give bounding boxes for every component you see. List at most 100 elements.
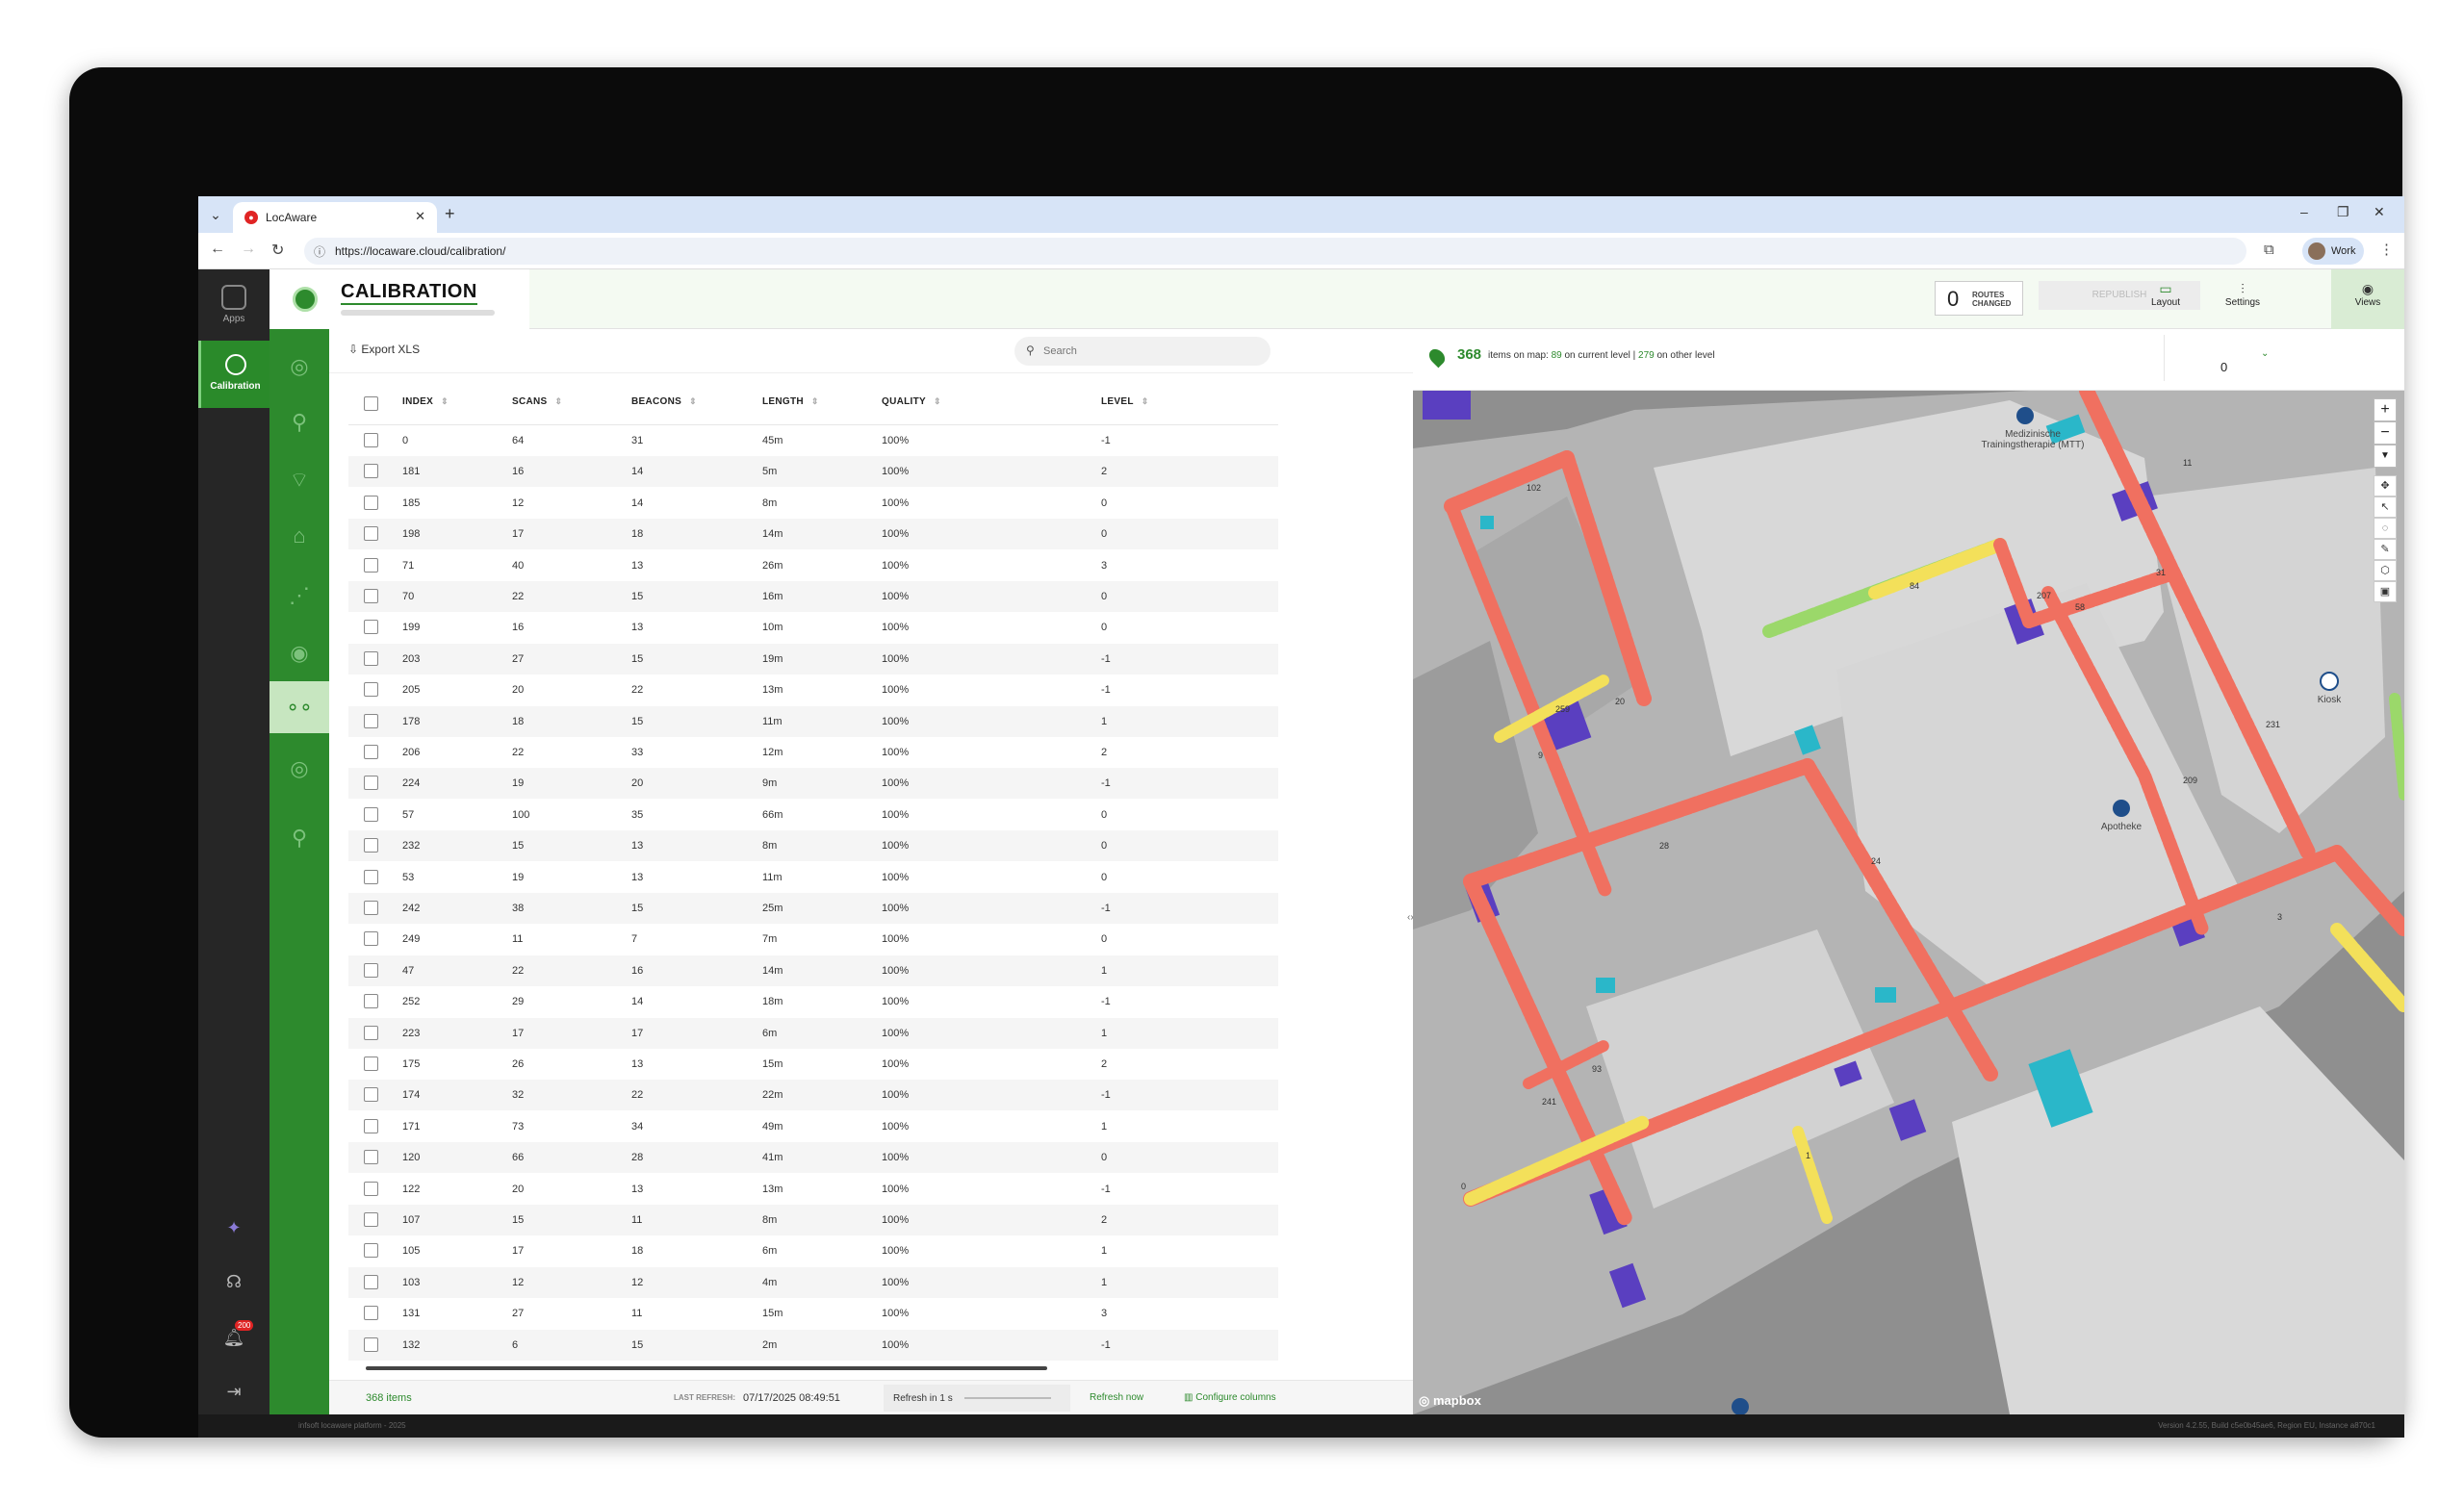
table-row[interactable]: 206 22 33 12m 100% 2 (348, 737, 1278, 768)
table-row[interactable]: 205 20 22 13m 100% -1 (348, 675, 1278, 705)
route-label[interactable]: 93 (1592, 1064, 1602, 1074)
table-row[interactable]: 223 17 17 6m 100% 1 (348, 1017, 1278, 1049)
subnav-network-icon[interactable]: ⋰ (270, 570, 329, 622)
floor-selector[interactable]: 0 ⌄ (2164, 335, 2272, 381)
column-header-index[interactable]: INDEX ⇕ (402, 396, 449, 407)
close-window-icon[interactable]: ✕ (2374, 204, 2385, 220)
table-row[interactable]: 103 12 12 4m 100% 1 (348, 1266, 1278, 1298)
table-row[interactable]: 178 18 15 11m 100% 1 (348, 705, 1278, 737)
tab-search-chevron-icon[interactable]: ⌄ (204, 203, 227, 226)
zoom-out-button[interactable]: − (2374, 421, 2397, 445)
subnav-search-icon[interactable]: ⚲ (270, 396, 329, 448)
row-checkbox[interactable] (364, 1243, 378, 1259)
subnav-target-icon[interactable]: ◎ (270, 341, 329, 393)
route-label[interactable]: 231 (2266, 720, 2280, 729)
compass-button[interactable]: ▼ (2374, 445, 2397, 468)
row-checkbox[interactable] (364, 869, 378, 884)
table-row[interactable]: 57 100 35 66m 100% 0 (348, 800, 1278, 830)
column-header-length[interactable]: LENGTH ⇕ (762, 396, 819, 407)
floor-map[interactable]: Medizinische Trainingstherapie (MTT) Kio… (1413, 391, 2404, 1414)
support-icon[interactable]: ☊ (198, 1272, 270, 1292)
row-checkbox[interactable] (364, 557, 378, 573)
table-row[interactable]: 198 17 18 14m 100% 0 (348, 519, 1278, 550)
table-row[interactable]: 120 66 28 41m 100% 0 (348, 1142, 1278, 1174)
row-checkbox[interactable] (364, 682, 378, 698)
subnav-radar-icon[interactable]: ◉ (270, 627, 329, 679)
row-checkbox[interactable] (364, 650, 378, 666)
subnav-beacon-icon[interactable]: ◎ (270, 743, 329, 795)
route-label[interactable]: 207 (2037, 591, 2051, 600)
tab-close-icon[interactable]: ✕ (415, 209, 425, 224)
table-row[interactable]: 105 17 18 6m 100% 1 (348, 1235, 1278, 1266)
table-row[interactable]: 175 26 13 15m 100% 2 (348, 1049, 1278, 1080)
subnav-routes-icon[interactable]: ∘∘ (270, 681, 329, 733)
row-checkbox[interactable] (364, 1118, 378, 1133)
table-row[interactable]: 185 12 14 8m 100% 0 (348, 488, 1278, 519)
route-label[interactable]: 24 (1871, 856, 1881, 866)
row-checkbox[interactable] (364, 495, 378, 510)
reload-icon[interactable]: ↻ (271, 241, 284, 260)
subnav-wifi-icon[interactable]: ⌔ (270, 454, 329, 506)
row-checkbox[interactable] (364, 776, 378, 791)
route-label[interactable]: 259 (1555, 704, 1570, 714)
search-input[interactable] (1043, 343, 1255, 360)
3d-tool-icon[interactable]: ⬡ (2374, 560, 2397, 581)
browser-menu-icon[interactable]: ⋮ (2379, 241, 2394, 258)
route-label[interactable]: 20 (1615, 697, 1625, 706)
route-label[interactable]: 28 (1659, 841, 1669, 851)
table-row[interactable]: 203 27 15 19m 100% -1 (348, 643, 1278, 675)
route-label[interactable]: 3 (2277, 912, 2282, 922)
row-checkbox[interactable] (364, 1181, 378, 1196)
restore-icon[interactable]: ❐ (2337, 204, 2349, 220)
new-tab-icon[interactable]: + (445, 204, 455, 224)
row-checkbox[interactable] (364, 962, 378, 978)
layout-button[interactable]: ▭ Layout (2129, 269, 2202, 329)
column-header-scans[interactable]: SCANS ⇕ (512, 396, 562, 407)
magic-wand-icon[interactable]: ✦ (198, 1218, 270, 1238)
table-row[interactable]: 122 20 13 13m 100% -1 (348, 1174, 1278, 1205)
zoom-in-button[interactable]: + (2374, 398, 2397, 421)
row-checkbox[interactable] (364, 1087, 378, 1103)
route-label[interactable]: 9 (1538, 751, 1543, 760)
route-label[interactable]: 209 (2183, 776, 2197, 785)
logout-icon[interactable]: ⇥ (198, 1382, 270, 1402)
column-header-quality[interactable]: QUALITY ⇕ (882, 396, 941, 407)
rail-apps-button[interactable]: Apps (198, 279, 270, 337)
table-row[interactable]: 224 19 20 9m 100% -1 (348, 768, 1278, 800)
route-label[interactable]: 1 (1806, 1151, 1810, 1160)
row-checkbox[interactable] (364, 1306, 378, 1321)
row-checkbox[interactable] (364, 589, 378, 603)
row-checkbox[interactable] (364, 901, 378, 915)
table-row[interactable]: 71 40 13 26m 100% 3 (348, 550, 1278, 581)
export-xls-button[interactable]: ⇩ Export XLS (348, 343, 420, 356)
row-checkbox[interactable] (364, 1212, 378, 1227)
row-checkbox[interactable] (364, 526, 378, 542)
table-row[interactable]: 232 15 13 8m 100% 0 (348, 830, 1278, 862)
route-label[interactable]: 58 (2075, 602, 2085, 612)
table-row[interactable]: 242 38 15 25m 100% -1 (348, 893, 1278, 924)
table-row[interactable]: 249 11 7 7m 100% 0 (348, 924, 1278, 955)
table-row[interactable]: 70 22 15 16m 100% 0 (348, 581, 1278, 612)
table-row[interactable]: 0 64 31 45m 100% -1 (348, 425, 1278, 456)
select-tool-icon[interactable]: ↖ (2374, 496, 2397, 518)
table-row[interactable]: 47 22 16 14m 100% 1 (348, 955, 1278, 986)
back-icon[interactable]: ← (210, 241, 225, 258)
row-checkbox[interactable] (364, 620, 378, 635)
route-label[interactable]: 11 (2183, 458, 2192, 468)
camera-tool-icon[interactable]: ▣ (2374, 581, 2397, 602)
horizontal-scrollbar[interactable] (366, 1366, 1047, 1370)
rail-calibration-button[interactable]: Calibration (198, 341, 270, 408)
notifications-icon[interactable]: 🔔︎ 200 (198, 1320, 270, 1348)
table-row[interactable]: 132 6 15 2m 100% -1 (348, 1329, 1278, 1361)
table-row[interactable]: 53 19 13 11m 100% 0 (348, 862, 1278, 893)
forward-icon[interactable]: → (241, 241, 256, 258)
column-header-beacons[interactable]: BEACONS ⇕ (631, 396, 697, 407)
table-row[interactable]: 171 73 34 49m 100% 1 (348, 1111, 1278, 1142)
row-checkbox[interactable] (364, 931, 378, 947)
subnav-factory-icon[interactable]: ⌂ (270, 510, 329, 562)
route-label[interactable]: 84 (1910, 581, 1919, 591)
row-checkbox[interactable] (364, 806, 378, 822)
lasso-tool-icon[interactable]: ◌ (2374, 518, 2397, 539)
profile-button[interactable]: Work (2302, 238, 2364, 265)
row-checkbox[interactable] (364, 838, 378, 853)
